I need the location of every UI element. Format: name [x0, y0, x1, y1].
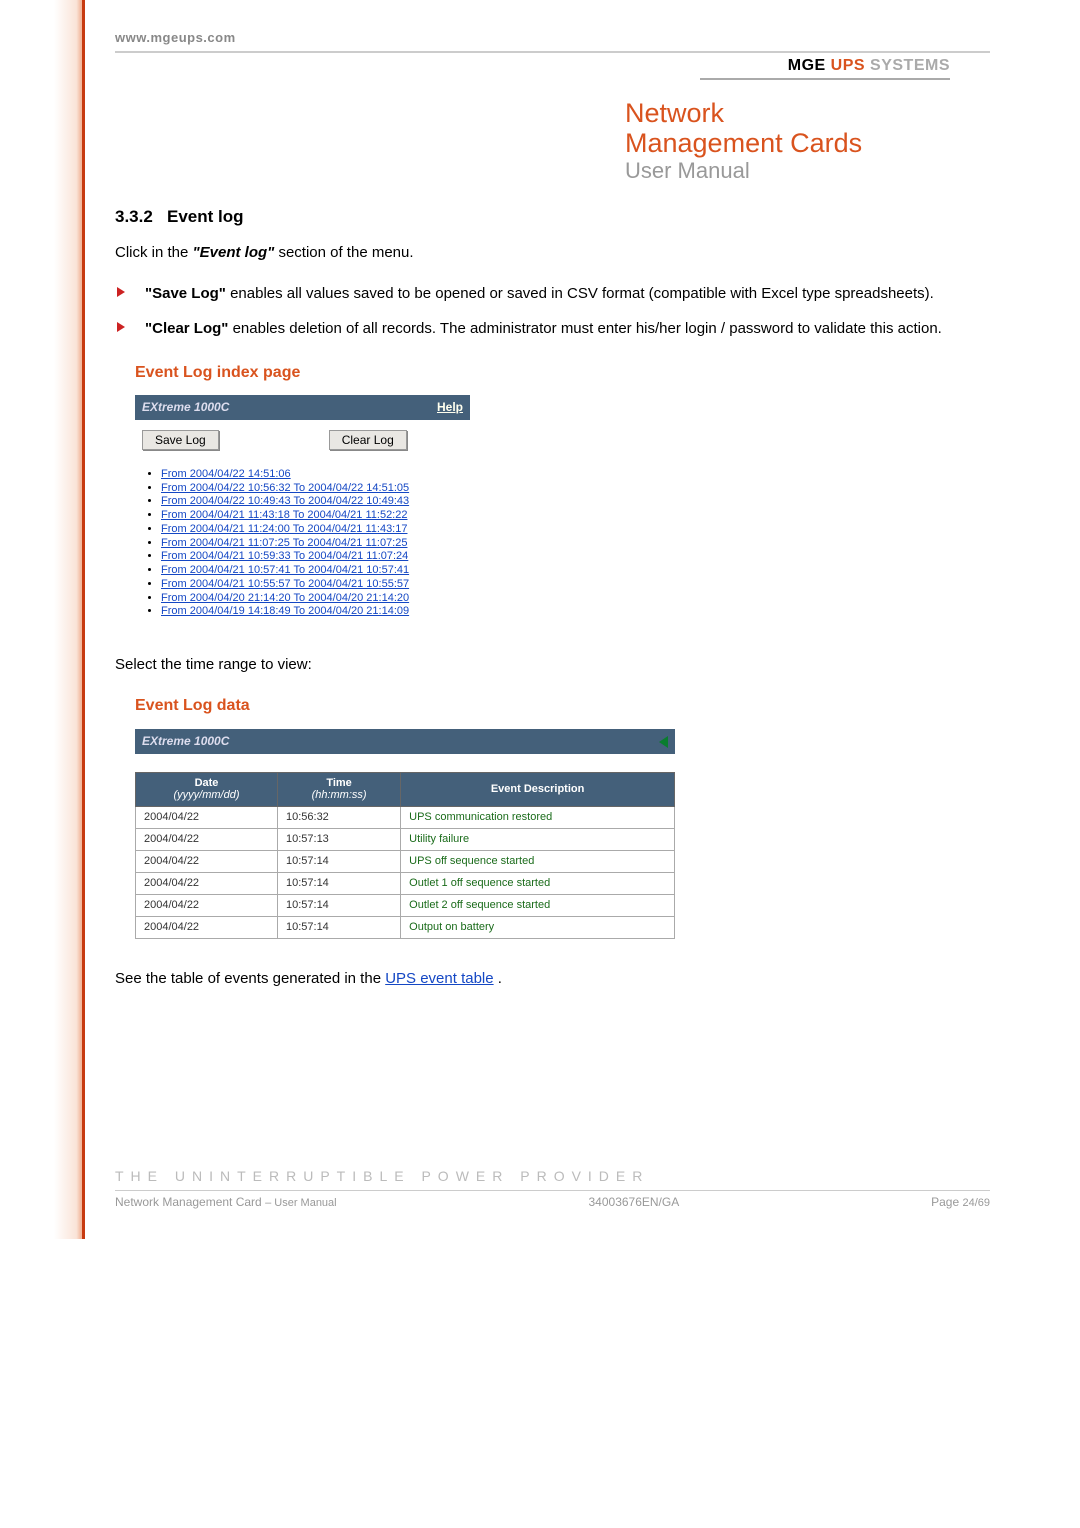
cell-event: UPS off sequence started: [401, 851, 675, 873]
event-table: Date (yyyy/mm/dd) Time (hh:mm:ss) Event …: [135, 772, 675, 940]
help-link[interactable]: Help: [437, 398, 463, 417]
log-range-link[interactable]: From 2004/04/21 10:57:41 To 2004/04/21 1…: [161, 564, 409, 576]
event-log-data-heading: Event Log data: [135, 694, 990, 719]
log-range-link[interactable]: From 2004/04/22 10:56:32 To 2004/04/22 1…: [161, 482, 409, 494]
cell-event: UPS communication restored: [401, 807, 675, 829]
log-range-link[interactable]: From 2004/04/21 11:24:00 To 2004/04/21 1…: [161, 523, 407, 535]
brand-underline: [700, 78, 950, 80]
bullet1-text: enables all values saved to be opened or…: [230, 285, 934, 302]
log-range-link[interactable]: From 2004/04/19 14:18:49 To 2004/04/20 2…: [161, 605, 409, 617]
device-name: EXtreme 1000C: [142, 732, 229, 751]
save-log-button[interactable]: Save Log: [142, 430, 219, 450]
intro-em: "Event log": [193, 244, 275, 261]
clear-log-button[interactable]: Clear Log: [329, 430, 407, 450]
bullet-save-log: "Save Log" enables all values saved to b…: [115, 282, 990, 305]
col-date-label: Date: [195, 777, 219, 789]
bullet1-bold: "Save Log": [145, 285, 226, 302]
log-range-link[interactable]: From 2004/04/21 11:07:25 To 2004/04/21 1…: [161, 537, 407, 549]
event-log-index-panel: EXtreme 1000C Help Save Log Clear Log Fr…: [135, 395, 470, 619]
brand-logo: MGE UPS SYSTEMS: [115, 57, 990, 75]
see-table-text: See the table of events generated in the…: [115, 967, 990, 990]
intro-post: section of the menu.: [278, 244, 413, 261]
log-range-list: From 2004/04/22 14:51:06 From 2004/04/22…: [161, 468, 470, 619]
table-row: 2004/04/22 10:56:32 UPS communication re…: [136, 807, 675, 829]
see-post: .: [498, 970, 502, 987]
footer-page: Page 24/69: [931, 1195, 990, 1209]
ups-event-table-link[interactable]: UPS event table: [385, 970, 493, 987]
cell-date: 2004/04/22: [136, 851, 278, 873]
col-time-sub: (hh:mm:ss): [312, 789, 367, 801]
table-row: 2004/04/22 10:57:14 UPS off sequence sta…: [136, 851, 675, 873]
log-range-link[interactable]: From 2004/04/20 21:14:20 To 2004/04/20 2…: [161, 592, 409, 604]
doc-title-line1: Network: [625, 98, 990, 128]
col-time-label: Time: [326, 777, 351, 789]
cell-time: 10:57:14: [277, 851, 400, 873]
cell-date: 2004/04/22: [136, 917, 278, 939]
footer-doc-id: 34003676EN/GA: [589, 1195, 680, 1209]
table-row: 2004/04/22 10:57:13 Utility failure: [136, 829, 675, 851]
log-range-link[interactable]: From 2004/04/21 11:43:18 To 2004/04/21 1…: [161, 509, 407, 521]
footer-left: Network Management Card – User Manual: [115, 1195, 337, 1209]
footer-page-num: 24/69: [962, 1197, 990, 1209]
back-icon[interactable]: [659, 736, 668, 748]
bullet2-text: enables deletion of all records. The adm…: [233, 320, 942, 337]
bullet2-bold: "Clear Log": [145, 320, 228, 337]
cell-time: 10:56:32: [277, 807, 400, 829]
cell-date: 2004/04/22: [136, 807, 278, 829]
select-range-text: Select the time range to view:: [115, 653, 990, 676]
cell-date: 2004/04/22: [136, 895, 278, 917]
col-time-header: Time (hh:mm:ss): [277, 772, 400, 806]
doc-subtitle: User Manual: [625, 158, 990, 184]
brand-mge: MGE: [788, 57, 826, 74]
footer-divider: [115, 1190, 990, 1191]
footer-left-sub: – User Manual: [265, 1197, 337, 1209]
cell-time: 10:57:14: [277, 895, 400, 917]
cell-date: 2004/04/22: [136, 873, 278, 895]
brand-ups: UPS: [831, 57, 865, 74]
log-range-link[interactable]: From 2004/04/21 10:59:33 To 2004/04/21 1…: [161, 550, 408, 562]
cell-date: 2004/04/22: [136, 829, 278, 851]
footer-tagline: THE UNINTERRUPTIBLE POWER PROVIDER: [115, 1168, 990, 1184]
cell-time: 10:57:14: [277, 873, 400, 895]
site-url: www.mgeups.com: [115, 30, 990, 45]
intro-pre: Click in the: [115, 244, 193, 261]
doc-title-line2: Management Cards: [625, 128, 990, 158]
cell-event: Outlet 1 off sequence started: [401, 873, 675, 895]
bullet-clear-log: "Clear Log" enables deletion of all reco…: [115, 317, 990, 340]
log-range-link[interactable]: From 2004/04/21 10:55:57 To 2004/04/21 1…: [161, 578, 409, 590]
col-date-header: Date (yyyy/mm/dd): [136, 772, 278, 806]
log-range-link[interactable]: From 2004/04/22 10:49:43 To 2004/04/22 1…: [161, 495, 409, 507]
log-range-link[interactable]: From 2004/04/22 14:51:06: [161, 468, 291, 480]
brand-systems: SYSTEMS: [870, 57, 950, 74]
table-row: 2004/04/22 10:57:14 Output on battery: [136, 917, 675, 939]
col-desc-header: Event Description: [401, 772, 675, 806]
cell-event: Utility failure: [401, 829, 675, 851]
section-number: 3.3.2: [115, 207, 153, 226]
footer-left-title: Network Management Card: [115, 1195, 262, 1209]
see-pre: See the table of events generated in the: [115, 970, 385, 987]
event-log-data-panel: EXtreme 1000C: [135, 729, 675, 754]
top-divider: [115, 51, 990, 53]
cell-time: 10:57:14: [277, 917, 400, 939]
section-title: Event log: [167, 207, 244, 226]
section-heading: 3.3.2 Event log: [115, 204, 990, 230]
cell-event: Output on battery: [401, 917, 675, 939]
device-name: EXtreme 1000C: [142, 398, 229, 417]
footer-page-label: Page: [931, 1195, 962, 1209]
col-date-sub: (yyyy/mm/dd): [173, 789, 239, 801]
cell-time: 10:57:13: [277, 829, 400, 851]
intro-paragraph: Click in the "Event log" section of the …: [115, 241, 990, 264]
cell-event: Outlet 2 off sequence started: [401, 895, 675, 917]
table-row: 2004/04/22 10:57:14 Outlet 2 off sequenc…: [136, 895, 675, 917]
table-row: 2004/04/22 10:57:14 Outlet 1 off sequenc…: [136, 873, 675, 895]
event-log-index-heading: Event Log index page: [135, 361, 990, 386]
